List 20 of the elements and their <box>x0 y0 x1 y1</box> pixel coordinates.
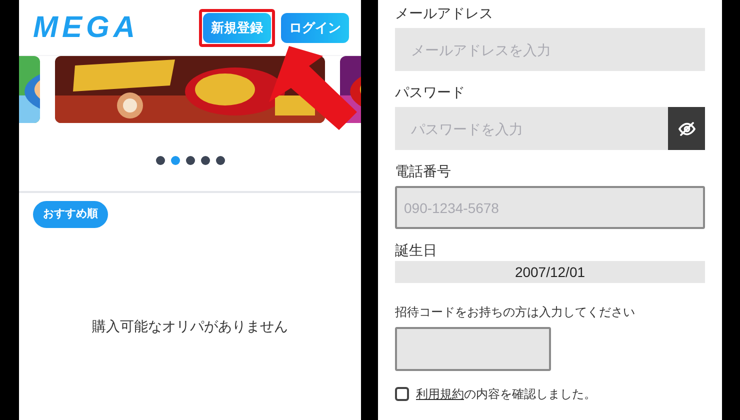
header-button[interactable]: 新規登録 <box>203 12 271 42</box>
terms-checkbox[interactable] <box>395 387 409 401</box>
sort-badge[interactable]: おすすめ順 <box>33 201 108 228</box>
invite-code-field[interactable] <box>395 327 551 371</box>
field-label: 招待コードをお持ちの方は入力してください <box>395 304 636 321</box>
header-button[interactable]: ログイン <box>281 12 349 42</box>
show-password-button[interactable] <box>668 107 705 150</box>
phone-field[interactable]: 090-1234-5678 <box>395 186 705 229</box>
field-label: パスワード <box>395 83 466 102</box>
field-label: 誕生日 <box>395 241 438 260</box>
field-label: メールアドレス <box>395 4 494 23</box>
password-field[interactable]: パスワードを入力 <box>395 107 668 150</box>
email-field[interactable]: メールアドレスを入力 <box>395 28 705 71</box>
birthday-field[interactable]: 2007/12/01 <box>395 261 705 283</box>
empty-message: 購入可能なオリパがありません <box>92 316 288 336</box>
logo: MEGA <box>33 12 139 42</box>
terms-text: 利用規約の内容を確認しました。 <box>416 386 596 403</box>
eye-off-icon <box>678 120 696 138</box>
field-label: 電話番号 <box>395 162 452 181</box>
terms-link[interactable]: 利用規約 <box>416 387 464 401</box>
